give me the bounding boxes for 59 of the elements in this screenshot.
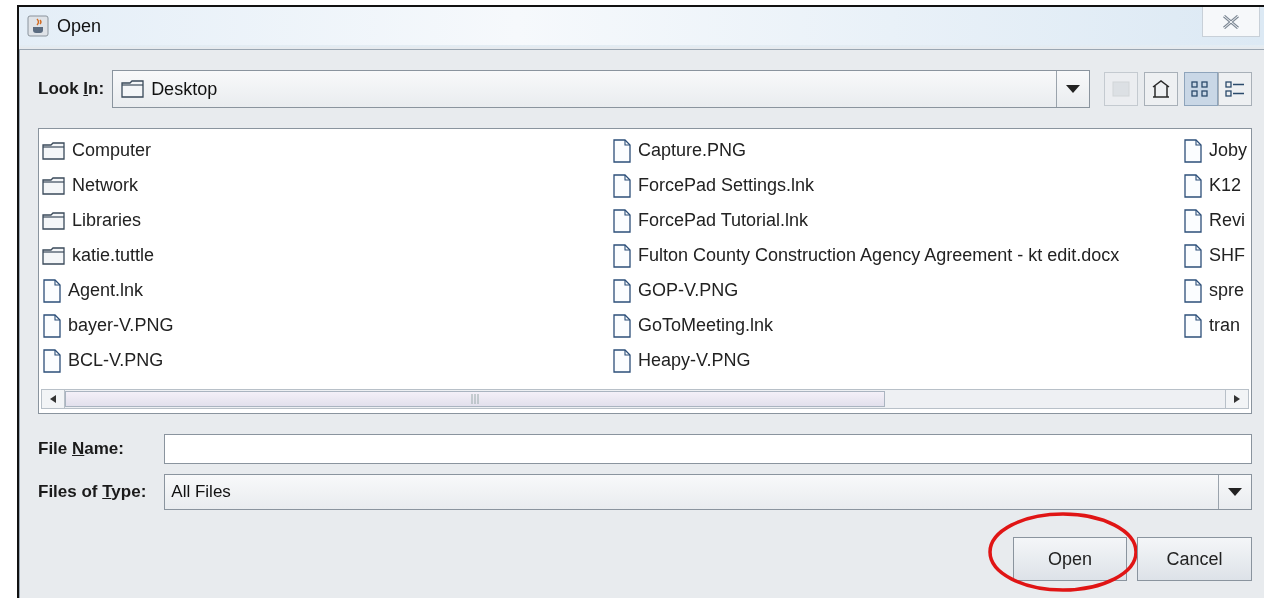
file-item[interactable]: ForcePad Tutorial.lnk (612, 203, 1183, 238)
file-item[interactable]: BCL-V.PNG (42, 343, 612, 378)
close-button[interactable] (1202, 7, 1260, 37)
file-item[interactable]: Fulton County Construction Agency Agreement - kt edit.docx (612, 238, 1183, 273)
cancel-button[interactable]: Cancel (1137, 537, 1252, 581)
document-icon (1183, 173, 1203, 198)
document-icon (612, 348, 632, 373)
document-icon (1183, 208, 1203, 233)
document-icon (42, 348, 62, 373)
file-item[interactable]: Agent.lnk (42, 273, 612, 308)
dropdown-arrow-icon (1066, 85, 1080, 93)
document-icon (612, 243, 632, 268)
coffee-cup-icon (27, 15, 49, 37)
document-icon (612, 313, 632, 338)
folder-item[interactable]: katie.tuttle (42, 238, 612, 273)
close-icon (1222, 14, 1240, 29)
file-item[interactable]: GOP-V.PNG (612, 273, 1183, 308)
file-item[interactable]: spre (1183, 273, 1251, 308)
right-arrow-icon (1234, 395, 1240, 403)
file-item[interactable]: GoToMeeting.lnk (612, 308, 1183, 343)
open-button[interactable]: Open (1013, 537, 1127, 581)
document-icon (612, 138, 632, 163)
file-type-label: Files of Type: (38, 482, 147, 502)
folder-item[interactable]: Computer (42, 133, 612, 168)
file-name-label: File Name: (38, 439, 124, 459)
home-button[interactable] (1144, 72, 1178, 106)
details-view-button[interactable] (1218, 72, 1252, 106)
left-arrow-icon (50, 395, 56, 403)
file-item[interactable]: Heapy-V.PNG (612, 343, 1183, 378)
dropdown-arrow-icon (1228, 488, 1242, 496)
file-type-dropdown[interactable]: All Files (164, 474, 1252, 510)
document-icon (612, 278, 632, 303)
horizontal-scrollbar[interactable] (41, 389, 1249, 409)
file-item[interactable]: Revi (1183, 203, 1251, 238)
document-icon (1183, 278, 1203, 303)
document-icon (42, 313, 62, 338)
file-item[interactable]: Joby (1183, 133, 1251, 168)
look-in-dropdown[interactable]: Desktop (112, 70, 1090, 108)
file-item[interactable]: tran (1183, 308, 1251, 343)
folder-item[interactable]: Network (42, 168, 612, 203)
file-item[interactable]: bayer-V.PNG (42, 308, 612, 343)
document-icon (612, 173, 632, 198)
document-icon (1183, 138, 1203, 163)
window-title: Open (57, 15, 102, 37)
file-name-field[interactable] (164, 434, 1252, 464)
look-in-label: Look In: (38, 79, 105, 99)
file-item[interactable]: Capture.PNG (612, 133, 1183, 168)
document-icon (612, 208, 632, 233)
file-item[interactable]: SHF (1183, 238, 1251, 273)
details-view-icon (1224, 79, 1246, 99)
grip-icon (471, 394, 479, 404)
file-item[interactable]: K12 (1183, 168, 1251, 203)
list-view-button[interactable] (1184, 72, 1218, 106)
home-icon (1150, 78, 1172, 100)
file-item[interactable]: ForcePad Settings.lnk (612, 168, 1183, 203)
document-icon (1183, 313, 1203, 338)
document-icon (42, 278, 62, 303)
document-icon (1183, 243, 1203, 268)
folder-item[interactable]: Libraries (42, 203, 612, 238)
